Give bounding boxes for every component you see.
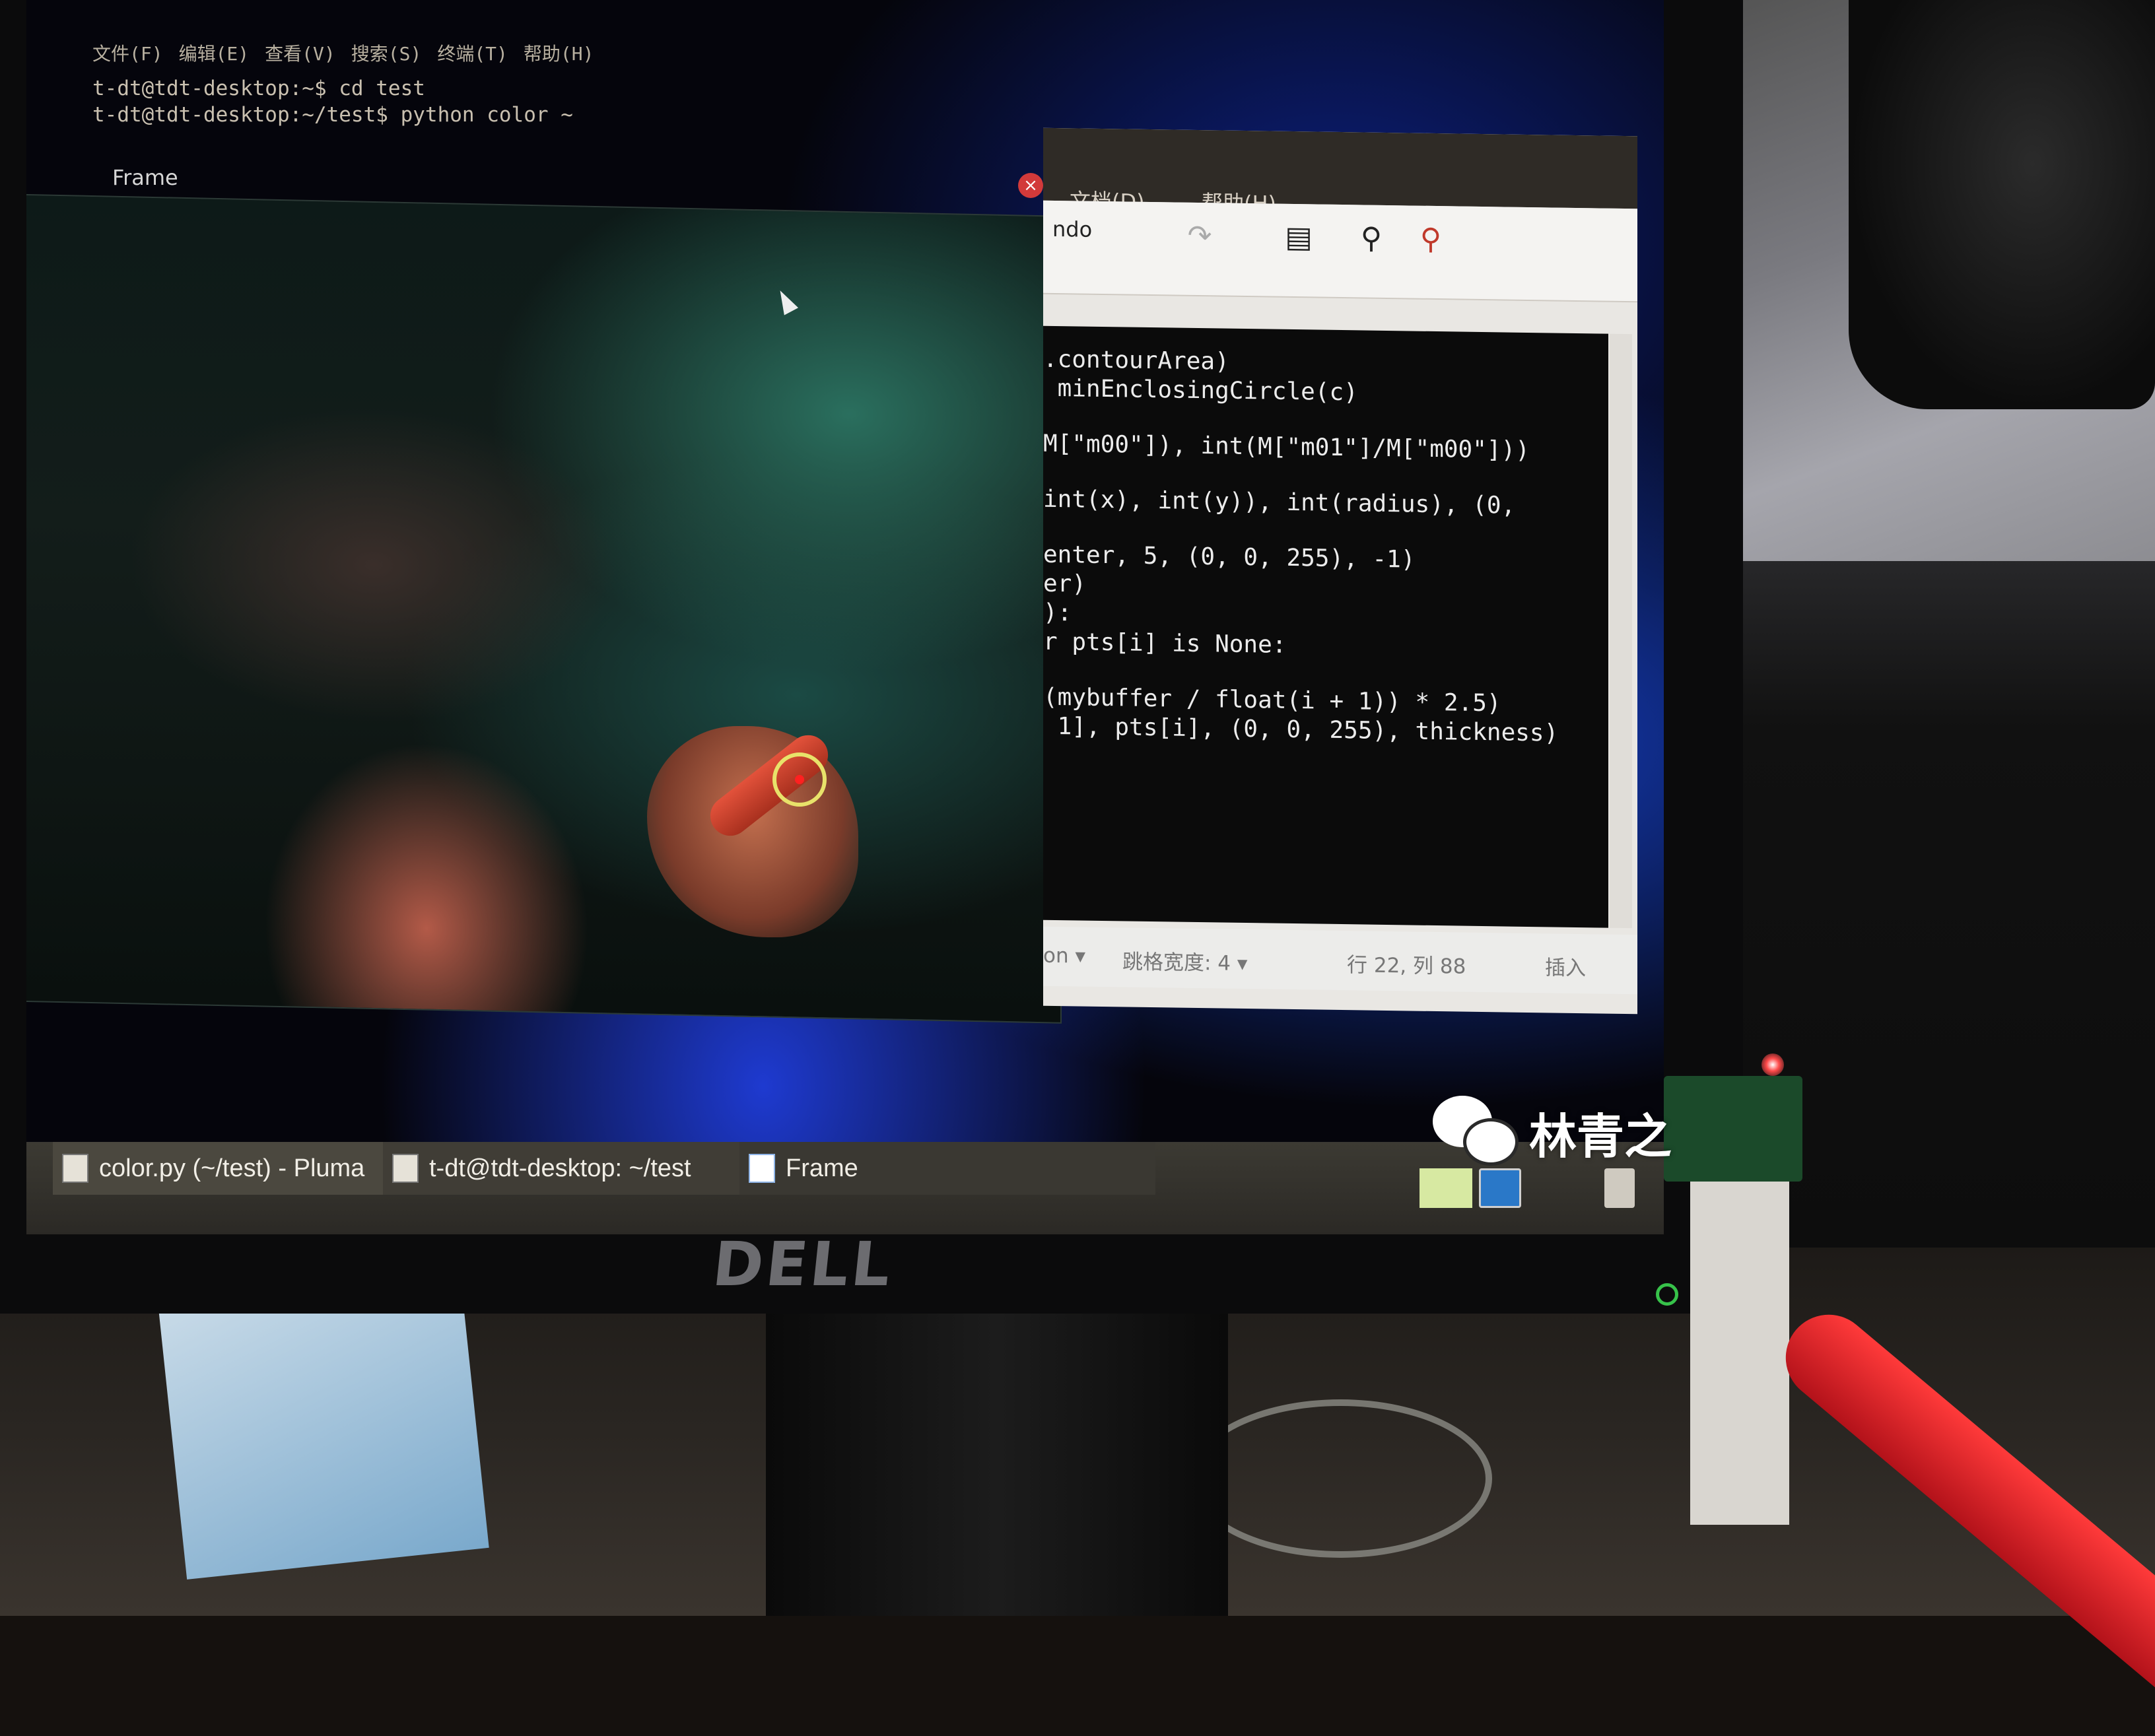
code-line: minEnclosingCircle(c) <box>1043 374 1358 407</box>
pluma-menubar: 文档(D) 帮助(H) <box>1043 127 1637 217</box>
camera-video-feed <box>26 193 1062 1024</box>
monitor-stand <box>766 1307 1228 1616</box>
browser-icon[interactable] <box>1479 1168 1521 1208</box>
terminal-icon <box>392 1154 419 1183</box>
code-area[interactable]: .contourArea) minEnclosingCircle(c) M["m… <box>1043 325 1608 928</box>
pluma-statusbar: on ▾ 跳格宽度: 4 ▾ 行 22, 列 88 插入 <box>1043 926 1637 995</box>
close-icon[interactable]: × <box>1018 173 1043 198</box>
camera-module <box>1664 1076 1802 1182</box>
ribbon-cable <box>1690 1182 1789 1525</box>
insert-mode: 插入 <box>1545 956 1586 981</box>
camera-led <box>1762 1053 1784 1076</box>
taskbar-item-terminal[interactable]: t-dt@tdt-desktop: ~/test <box>383 1142 759 1195</box>
tray-app-icon[interactable] <box>1420 1168 1472 1208</box>
menu-search[interactable]: 搜索(S) <box>351 40 422 66</box>
search-icon[interactable]: ⚲ <box>1353 220 1389 257</box>
wechat-watermark: 林青之 <box>1433 1096 1672 1168</box>
undo-label[interactable]: ndo <box>1052 217 1092 242</box>
language-selector[interactable]: on ▾ <box>1043 944 1085 968</box>
taskbar-item-label: Frame <box>786 1154 858 1182</box>
taskbar: color.py (~/test) - Pluma t-dt@tdt-deskt… <box>26 1142 1664 1234</box>
book <box>158 1272 489 1580</box>
code-line: r pts[i] is None: <box>1043 628 1287 659</box>
code-line: er) <box>1043 570 1087 598</box>
taskbar-item-label: color.py (~/test) - Pluma <box>99 1154 365 1182</box>
pluma-toolbar: ndo ↷ ▤ ⚲ ⚲ <box>1043 200 1637 303</box>
paste-icon[interactable]: ▤ <box>1281 220 1317 256</box>
text-editor-icon <box>62 1154 88 1183</box>
black-bag <box>1849 0 2155 409</box>
menu-view[interactable]: 查看(V) <box>265 40 335 66</box>
watermark-text: 林青之 <box>1529 1108 1672 1164</box>
code-line: 1], pts[i], (0, 0, 255), thickness) <box>1043 712 1559 747</box>
code-line: .contourArea) <box>1043 345 1229 376</box>
cable-bundle <box>1188 1399 1492 1558</box>
cursor-position: 行 22, 列 88 <box>1347 953 1466 979</box>
code-line: M["m00"]), int(M["m01"]/M["m00"])) <box>1043 430 1530 465</box>
code-line: enter, 5, (0, 0, 255), -1) <box>1043 541 1416 574</box>
power-icon[interactable] <box>1656 1283 1678 1306</box>
tab-width-selector[interactable]: 跳格宽度: 4 ▾ <box>1122 945 1247 976</box>
tracking-center-dot <box>795 775 804 784</box>
trash-icon[interactable] <box>1604 1168 1635 1208</box>
menu-help[interactable]: 帮助(H) <box>524 40 594 66</box>
vertical-scrollbar[interactable] <box>1610 333 1632 929</box>
terminal-menubar: 文件(F) 编辑(E) 查看(V) 搜索(S) 终端(T) 帮助(H) <box>92 40 1215 66</box>
monitor-screen: 文件(F) 编辑(E) 查看(V) 搜索(S) 终端(T) 帮助(H) t-dt… <box>26 0 1664 1234</box>
wechat-icon <box>1433 1096 1519 1168</box>
terminal-line: t-dt@tdt-desktop:~$ cd test <box>92 77 425 100</box>
window-icon <box>749 1154 775 1183</box>
code-line: ): <box>1043 599 1072 627</box>
menu-file[interactable]: 文件(F) <box>92 40 163 66</box>
terminal-line: t-dt@tdt-desktop:~/test$ python color ~ <box>92 103 573 127</box>
taskbar-item-label: t-dt@tdt-desktop: ~/test <box>429 1154 691 1182</box>
redo-icon[interactable]: ↷ <box>1182 218 1217 255</box>
pluma-editor-window[interactable]: 文档(D) 帮助(H) ndo ↷ ▤ ⚲ ⚲ .contourArea) mi… <box>1043 127 1637 1015</box>
code-line: int(x), int(y)), int(radius), (0, <box>1043 485 1516 519</box>
menu-terminal[interactable]: 终端(T) <box>437 40 508 66</box>
frame-window-title: Frame <box>112 165 178 190</box>
dell-logo: DELL <box>709 1229 897 1300</box>
taskbar-item-pluma[interactable]: color.py (~/test) - Pluma <box>53 1142 403 1195</box>
taskbar-item-frame[interactable]: Frame <box>739 1142 1155 1195</box>
replace-icon[interactable]: ⚲ <box>1413 222 1449 258</box>
code-line: (mybuffer / float(i + 1)) * 2.5) <box>1043 683 1501 718</box>
menu-edit[interactable]: 编辑(E) <box>179 40 250 66</box>
